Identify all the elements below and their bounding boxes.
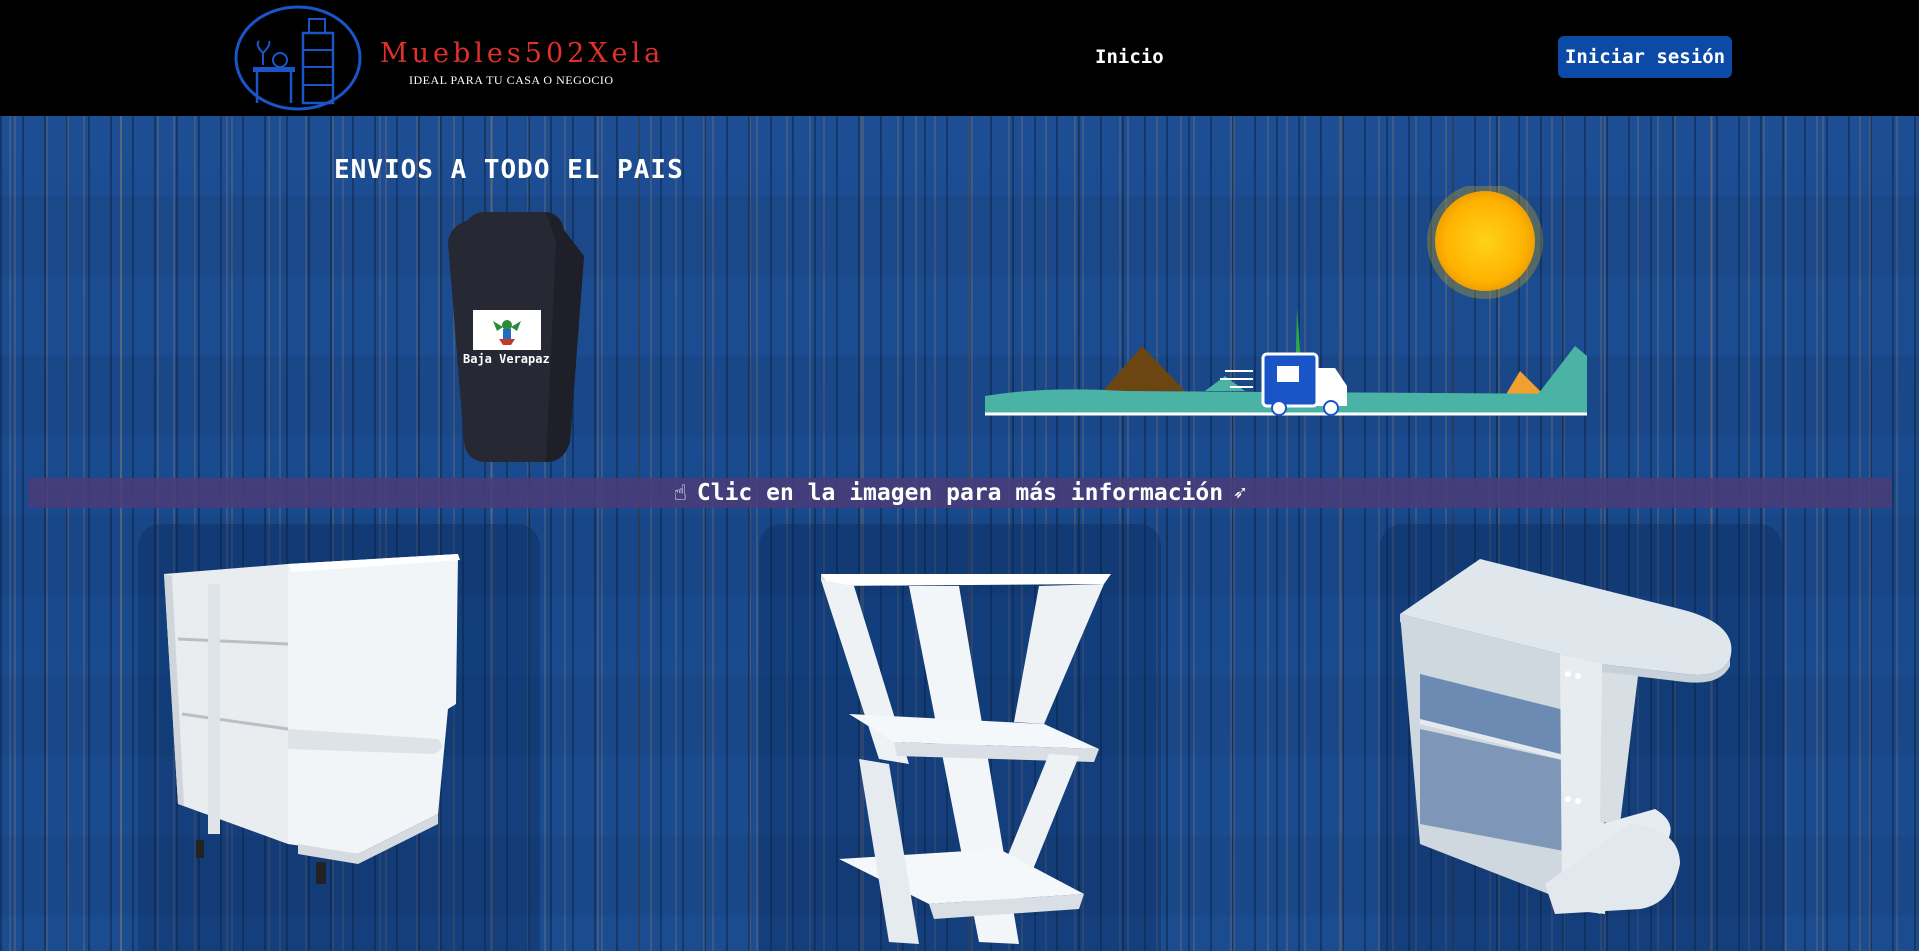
product-card-zigzag-shelf[interactable]	[759, 524, 1161, 951]
pointing-hand-icon: ☝	[673, 480, 687, 506]
product-card-corner-shelf[interactable]	[138, 524, 540, 951]
shipping-heading: ENVIOS A TODO EL PAIS	[334, 155, 684, 185]
sun-icon	[1435, 191, 1535, 291]
brand-tagline: IDEAL PARA TU CASA O NEGOCIO	[409, 73, 614, 87]
click-cursor-icon: ➶	[1233, 480, 1247, 506]
corner-shelf-image[interactable]	[138, 524, 540, 951]
brand-name: Muebles502Xela	[380, 38, 665, 69]
info-banner-text: Clic en la imagen para más información	[696, 480, 1224, 506]
zigzag-shelf-image[interactable]	[759, 524, 1161, 951]
department-flag	[473, 310, 541, 350]
round-end-shelf-image[interactable]	[1380, 524, 1782, 951]
product-card-round-end-shelf[interactable]	[1380, 524, 1782, 951]
phone-department-label: Baja Verapaz	[463, 352, 550, 366]
info-banner: ☝ Clic en la imagen para más información…	[28, 478, 1892, 508]
brand-logo[interactable]	[233, 5, 363, 111]
delivery-scene	[985, 186, 1587, 416]
nav-inicio-link[interactable]: Inicio	[1095, 46, 1164, 68]
login-button[interactable]: Iniciar sesión	[1558, 36, 1732, 78]
